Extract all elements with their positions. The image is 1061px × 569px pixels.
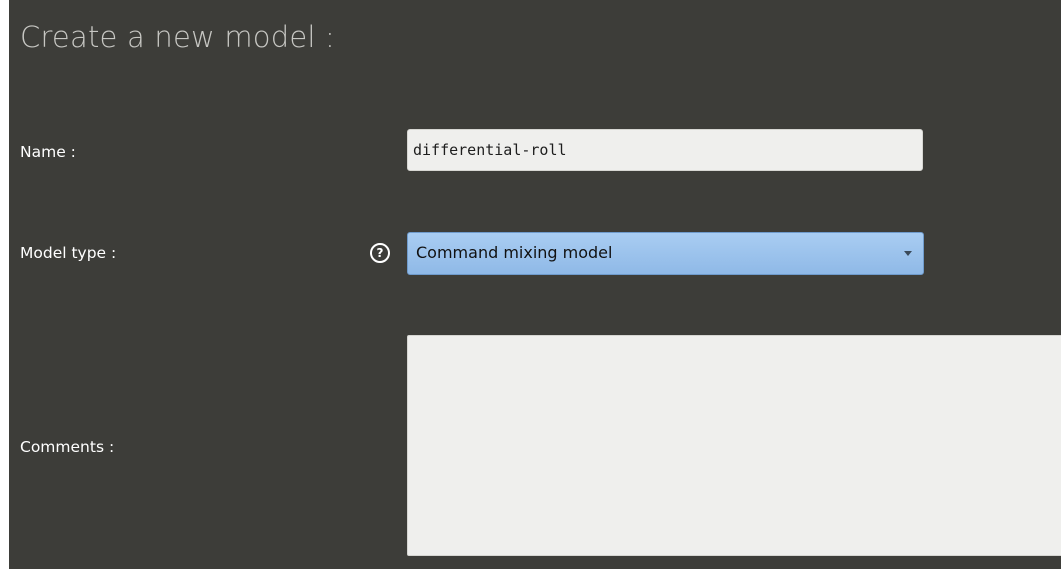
question-mark-circle-icon[interactable]: ? [370,243,390,263]
comments-label: Comments : [20,438,115,456]
model-type-selected-value: Command mixing model [416,243,613,262]
model-type-label: Model type : [20,244,117,262]
dropdown-arrow-icon [904,251,912,256]
comments-textarea[interactable] [407,335,1061,556]
create-model-panel: Create a new model : Name : Model type :… [9,0,1061,569]
page-title: Create a new model : [20,20,336,54]
name-label: Name : [20,143,76,161]
name-input[interactable] [407,129,923,171]
model-type-select[interactable]: Command mixing model [407,232,924,275]
